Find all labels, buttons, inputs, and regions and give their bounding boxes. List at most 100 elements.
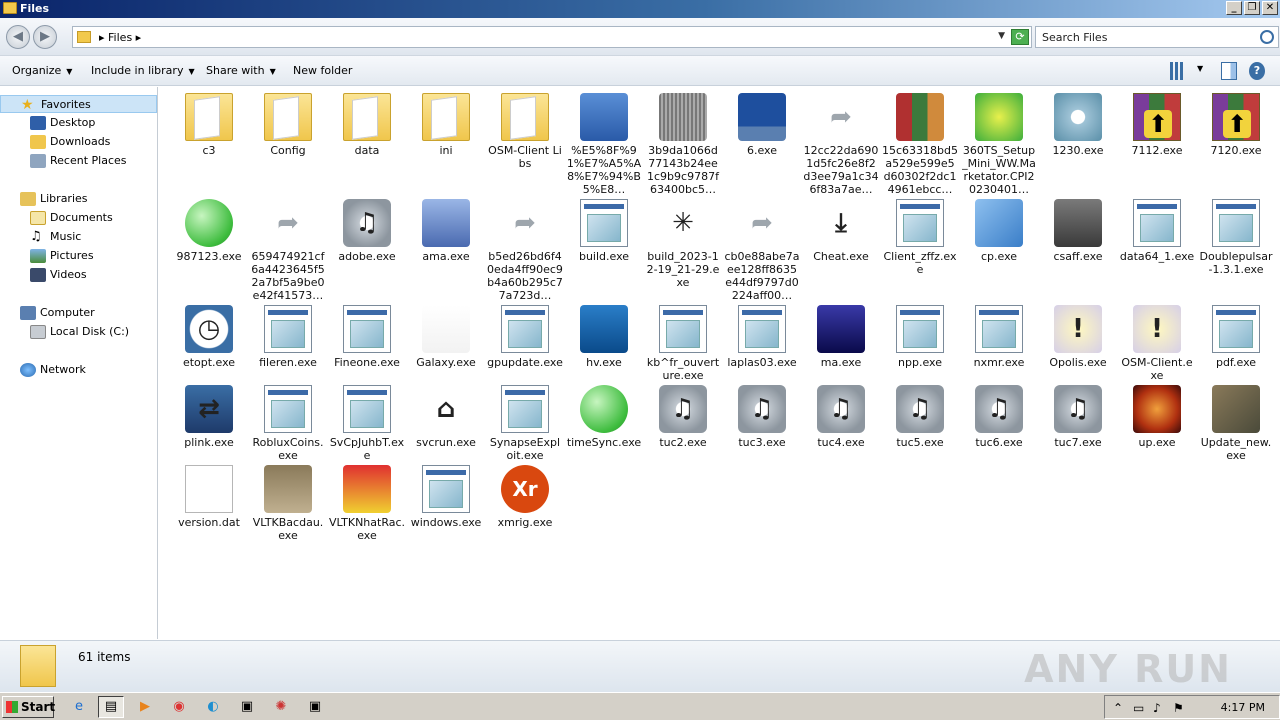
file-item[interactable]: 7112.exe — [1119, 93, 1195, 157]
volume-icon[interactable]: ♪ — [1153, 701, 1161, 715]
view-options-chevron-icon[interactable]: ▼ — [1197, 64, 1203, 73]
file-item[interactable]: ⤓ Cheat.exe — [803, 199, 879, 263]
forward-button[interactable]: ▶ — [33, 25, 57, 49]
file-item[interactable]: 987123.exe — [171, 199, 247, 263]
minimize-button[interactable]: _ — [1226, 1, 1242, 15]
file-item[interactable]: ◷ etopt.exe — [171, 305, 247, 369]
file-item[interactable]: Doublepulsar-1.3.1.exe — [1198, 199, 1274, 276]
organize-menu[interactable]: Organize ▼ — [12, 64, 72, 77]
file-item[interactable]: ✳ build_2023-12-19_21-29.exe — [645, 199, 721, 289]
file-item[interactable]: pdf.exe — [1198, 305, 1274, 369]
new-folder-button[interactable]: New folder — [293, 64, 352, 77]
file-item[interactable]: laplas03.exe — [724, 305, 800, 369]
back-button[interactable]: ◀ — [6, 25, 30, 49]
file-item[interactable]: up.exe — [1119, 385, 1195, 449]
orange-emblem-icon[interactable]: ✺ — [268, 696, 294, 718]
file-item[interactable]: hv.exe — [566, 305, 642, 369]
close-button[interactable]: ✕ — [1262, 1, 1278, 15]
search-input[interactable]: Search Files — [1035, 26, 1279, 48]
file-item[interactable]: data64_1.exe — [1119, 199, 1195, 263]
sidebar-item-pictures[interactable]: Pictures — [0, 247, 157, 265]
file-item[interactable]: gpupdate.exe — [487, 305, 563, 369]
sidebar-item-recent-places[interactable]: Recent Places — [0, 152, 157, 170]
network-tray-icon[interactable]: ▭ — [1133, 701, 1144, 715]
file-item[interactable]: ♫ tuc2.exe — [645, 385, 721, 449]
change-view-icon[interactable] — [1170, 62, 1184, 80]
help-icon[interactable]: ? — [1249, 62, 1265, 80]
file-item[interactable]: ♫ tuc6.exe — [961, 385, 1037, 449]
sidebar-item-videos[interactable]: Videos — [0, 266, 157, 284]
sidebar-item-desktop[interactable]: Desktop — [0, 114, 157, 132]
file-item[interactable]: fileren.exe — [250, 305, 326, 369]
file-item[interactable]: ➦ 659474921cf6a4423645f52a7bf5a9be0e42f41… — [250, 199, 326, 302]
file-item[interactable]: ♫ tuc3.exe — [724, 385, 800, 449]
file-item[interactable]: OSM-Client Libs — [487, 93, 563, 170]
sidebar-item-documents[interactable]: Documents — [0, 209, 157, 227]
file-item[interactable]: RobluxCoins.exe — [250, 385, 326, 462]
file-item[interactable]: ! OSM-Client.exe — [1119, 305, 1195, 382]
start-button[interactable]: Start — [2, 696, 55, 718]
file-item[interactable]: %E5%8F%91%E7%A5%A8%E7%94%B5%E8… — [566, 93, 642, 196]
file-item[interactable]: VLTKNhatRac.exe — [329, 465, 405, 542]
sidebar-item-network[interactable]: Network — [0, 361, 157, 379]
file-item[interactable]: 3b9da1066d77143b24ee1c9b9c9787f63400bc5… — [645, 93, 721, 196]
file-item[interactable]: ma.exe — [803, 305, 879, 369]
chrome-icon[interactable]: ◉ — [166, 696, 192, 718]
file-item[interactable]: 6.exe — [724, 93, 800, 157]
file-item[interactable]: ♫ tuc4.exe — [803, 385, 879, 449]
file-item[interactable]: data — [329, 93, 405, 157]
file-item[interactable]: SynapseExploit.exe — [487, 385, 563, 462]
file-item[interactable]: Update_new.exe — [1198, 385, 1274, 462]
edge-icon[interactable]: ◐ — [200, 696, 226, 718]
file-item[interactable]: csaff.exe — [1040, 199, 1116, 263]
file-item[interactable]: npp.exe — [882, 305, 958, 369]
include-in-library-menu[interactable]: Include in library ▼ — [91, 64, 195, 77]
file-item[interactable]: 15c63318bd5a529e599e5d60302f2dc14961ebcc… — [882, 93, 958, 196]
file-item[interactable]: Fineone.exe — [329, 305, 405, 369]
sidebar-item-downloads[interactable]: Downloads — [0, 133, 157, 151]
file-item[interactable]: Xr xmrig.exe — [487, 465, 563, 529]
file-item[interactable]: 360TS_Setup_Mini_WW.Marketator.CPI202304… — [961, 93, 1037, 196]
file-item[interactable]: ⌂ svcrun.exe — [408, 385, 484, 449]
share-with-menu[interactable]: Share with ▼ — [206, 64, 276, 77]
file-item[interactable]: Client_zffz.exe — [882, 199, 958, 276]
maximize-button[interactable]: ❐ — [1244, 1, 1260, 15]
file-item[interactable]: timeSync.exe — [566, 385, 642, 449]
media-player-icon[interactable]: ▶ — [132, 696, 158, 718]
app-window-icon[interactable]: ▣ — [302, 696, 328, 718]
file-item[interactable]: ini — [408, 93, 484, 157]
file-item[interactable]: build.exe — [566, 199, 642, 263]
file-item[interactable]: ! Opolis.exe — [1040, 305, 1116, 369]
preview-pane-icon[interactable] — [1221, 62, 1237, 80]
file-item[interactable]: ♫ tuc5.exe — [882, 385, 958, 449]
file-item[interactable]: 1230.exe — [1040, 93, 1116, 157]
file-item[interactable]: nxmr.exe — [961, 305, 1037, 369]
file-item[interactable]: ➦ cb0e88abe7aee128ff8635e44df9797d0224aff… — [724, 199, 800, 302]
file-item[interactable]: Config — [250, 93, 326, 157]
address-bar[interactable]: ▸ Files ▸ ▼ ⟳ — [72, 26, 1032, 48]
sidebar-item-music[interactable]: ♫ Music — [0, 228, 157, 246]
internet-explorer-icon[interactable]: e — [66, 696, 92, 718]
file-item[interactable]: cp.exe — [961, 199, 1037, 263]
file-item[interactable]: 7120.exe — [1198, 93, 1274, 157]
file-item[interactable]: ama.exe — [408, 199, 484, 263]
file-item[interactable]: Galaxy.exe — [408, 305, 484, 369]
sidebar-item-favorites[interactable]: ★ Favorites — [0, 95, 157, 113]
breadcrumb[interactable]: ▸ Files ▸ — [99, 31, 141, 44]
sidebar-item-libraries[interactable]: Libraries — [0, 190, 157, 208]
chevron-up-icon[interactable]: ⌃ — [1113, 701, 1123, 715]
file-item[interactable]: ♫ adobe.exe — [329, 199, 405, 263]
file-item[interactable]: c3 — [171, 93, 247, 157]
sidebar-item-local-disk[interactable]: Local Disk (C:) — [0, 323, 157, 341]
file-item[interactable]: windows.exe — [408, 465, 484, 529]
search-icon[interactable] — [1260, 30, 1274, 44]
file-item[interactable]: SvCpJuhbT.exe — [329, 385, 405, 462]
file-item[interactable]: ⇄ plink.exe — [171, 385, 247, 449]
file-item[interactable]: ➦ 12cc22da6901d5fc26e8f2d3ee79a1c346f83a7… — [803, 93, 879, 196]
chevron-down-icon[interactable]: ▼ — [998, 31, 1005, 41]
sidebar-item-computer[interactable]: Computer — [0, 304, 157, 322]
app-window-icon[interactable]: ▣ — [234, 696, 260, 718]
file-item[interactable]: kb^fr_ouverture.exe — [645, 305, 721, 382]
file-item[interactable]: VLTKBacdau.exe — [250, 465, 326, 542]
flag-icon[interactable]: ⚑ — [1173, 701, 1184, 715]
